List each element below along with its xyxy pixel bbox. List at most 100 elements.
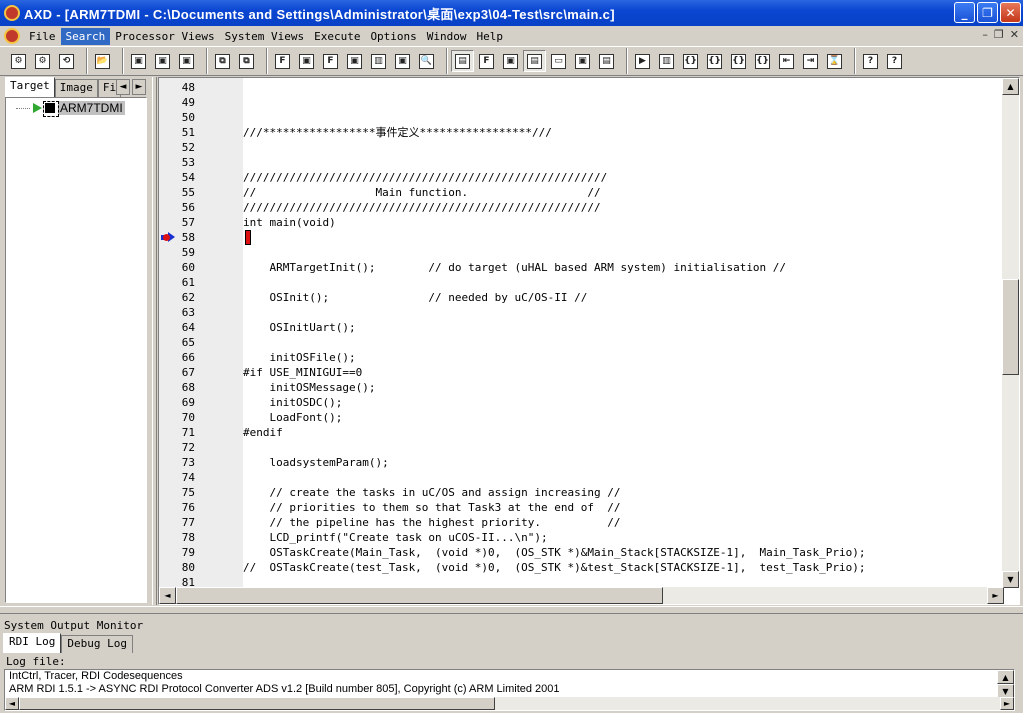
code-text[interactable]: LoadFont(); (243, 410, 342, 425)
menu-window[interactable]: Window (422, 28, 472, 45)
tab-scroll-left-button[interactable]: ◄ (116, 79, 130, 95)
log-output[interactable]: IntCtrl, Tracer, RDI Codesequences ARM R… (4, 669, 1015, 711)
code-text[interactable]: int main(void) (243, 215, 336, 230)
horizontal-splitter[interactable] (0, 606, 1023, 614)
code-line[interactable]: 69 initOSDC(); (159, 395, 1001, 410)
axd-app-icon[interactable] (4, 5, 20, 21)
log-horizontal-scroll-thumb[interactable] (19, 697, 495, 710)
log-scroll-up-button[interactable]: ▲ (997, 670, 1014, 684)
tree-item-arm7tdmi[interactable]: ARM7TDMI (16, 101, 125, 117)
editor-horizontal-scrollbar[interactable]: ◄ ► (159, 587, 1004, 604)
code-line[interactable]: 65 (159, 335, 1001, 350)
code-text[interactable]: OSInitUart(); (243, 320, 355, 335)
code-line[interactable]: 59 (159, 245, 1001, 260)
context-help-button[interactable]: ? (883, 50, 906, 72)
menu-file[interactable]: File (24, 28, 61, 45)
tab-scroll-right-button[interactable]: ► (132, 79, 146, 95)
reset-button[interactable]: ⟲ (55, 50, 78, 72)
menu-help[interactable]: Help (472, 28, 509, 45)
find-next-button[interactable]: ⧉ (235, 50, 258, 72)
code-line[interactable]: 73 loadsystemParam(); (159, 455, 1001, 470)
menu-search[interactable]: Search (60, 27, 111, 45)
code-line[interactable]: 53 (159, 155, 1001, 170)
mdi-minimize-button[interactable]: – (982, 28, 988, 41)
load-image-button[interactable]: ⚙ (7, 50, 30, 72)
cut-button[interactable]: ▣ (127, 50, 150, 72)
code-line[interactable]: 68 initOSMessage(); (159, 380, 1001, 395)
menu-system-views[interactable]: System Views (220, 28, 309, 45)
log-scroll-left-button[interactable]: ◄ (5, 697, 19, 710)
open-file-button[interactable]: 📂 (91, 50, 114, 72)
code-text[interactable]: // the pipeline has the highest priority… (243, 515, 620, 530)
function-view-button[interactable]: F (475, 50, 498, 72)
images-view-button[interactable]: ▤ (595, 50, 618, 72)
backtrace-view-button[interactable]: ▣ (343, 50, 366, 72)
watch-view-button[interactable]: ▣ (295, 50, 318, 72)
code-line[interactable]: 49 (159, 95, 1001, 110)
code-text[interactable]: ////////////////////////////////////////… (243, 170, 607, 185)
tab-rdi-log[interactable]: RDI Log (3, 633, 62, 653)
code-line[interactable]: 76 // priorities to them so that Task3 a… (159, 500, 1001, 515)
log-vertical-scrollbar[interactable]: ▲ ▼ (997, 670, 1014, 698)
menu-processor-views[interactable]: Processor Views (110, 28, 219, 45)
code-line[interactable]: 51 ///*****************事件定义**************… (159, 125, 1001, 140)
vertical-scroll-thumb[interactable] (1002, 279, 1019, 375)
show-execution-context-button[interactable]: ⇤ (775, 50, 798, 72)
code-line[interactable]: 57 int main(void) (159, 215, 1001, 230)
code-text[interactable]: initOSDC(); (243, 395, 342, 410)
low-level-symbols-button[interactable]: ▣ (391, 50, 414, 72)
code-text[interactable]: OSTaskCreate(Main_Task, (void *)0, (OS_S… (243, 545, 865, 560)
code-text[interactable]: LCD_printf("Create task on uCOS-II...\n"… (243, 530, 547, 545)
code-line[interactable]: 78 LCD_printf("Create task on uCOS-II...… (159, 530, 1001, 545)
code-line[interactable]: 72 (159, 440, 1001, 455)
scroll-down-button[interactable]: ▼ (1002, 571, 1019, 588)
output-view-button[interactable]: ▤ (523, 50, 546, 72)
code-line[interactable]: 79 OSTaskCreate(Main_Task, (void *)0, (O… (159, 545, 1001, 560)
code-line[interactable]: 63 (159, 305, 1001, 320)
stop-button[interactable]: ▥ (655, 50, 678, 72)
code-line[interactable]: 70 LoadFont(); (159, 410, 1001, 425)
toggle-breakpoint-button[interactable]: ⇥ (799, 50, 822, 72)
code-text[interactable]: initOSMessage(); (243, 380, 375, 395)
code-text[interactable]: #endif (243, 425, 283, 440)
step-out-button[interactable]: {} (727, 50, 750, 72)
vertical-splitter[interactable] (152, 77, 157, 605)
toggle-watchpoint-button[interactable]: ⌛ (823, 50, 846, 72)
code-line[interactable]: 71 #endif (159, 425, 1001, 440)
code-line[interactable]: 56 //////////////////////////////////////… (159, 200, 1001, 215)
code-text[interactable]: ARMTargetInit(); // do target (uHAL base… (243, 260, 786, 275)
code-text[interactable]: ////////////////////////////////////////… (243, 200, 601, 215)
tab-target[interactable]: Target (5, 77, 55, 97)
debugger-internals-button[interactable]: ▣ (571, 50, 594, 72)
code-line[interactable]: 50 (159, 110, 1001, 125)
scroll-up-button[interactable]: ▲ (1002, 78, 1019, 95)
code-line[interactable]: 58 (159, 230, 1001, 245)
menu-options[interactable]: Options (365, 28, 421, 45)
command-line-button[interactable]: ▭ (547, 50, 570, 72)
maximize-button[interactable]: ❐ (977, 2, 998, 23)
log-horizontal-scrollbar[interactable]: ◄ ► (5, 697, 1014, 710)
step-button[interactable]: {} (703, 50, 726, 72)
code-text[interactable]: initOSFile(); (243, 350, 355, 365)
code-text[interactable]: // OSTaskCreate(test_Task, (void *)0, (O… (243, 560, 866, 575)
code-line[interactable]: 61 (159, 275, 1001, 290)
code-line[interactable]: 67 #if USE_MINIGUI==0 (159, 365, 1001, 380)
run-to-cursor-button[interactable]: {} (751, 50, 774, 72)
code-line[interactable]: 48 (159, 80, 1001, 95)
menu-execute[interactable]: Execute (309, 28, 365, 45)
code-line[interactable]: 75 // create the tasks in uC/OS and assi… (159, 485, 1001, 500)
code-area[interactable]: 48 49 50 51 ///*****************事件定义********… (159, 80, 1001, 590)
help-button[interactable]: ? (859, 50, 882, 72)
code-line[interactable]: 77 // the pipeline has the highest prior… (159, 515, 1001, 530)
code-text[interactable]: OSInit(); // needed by uC/OS-II // (243, 290, 587, 305)
source-view-button[interactable]: ▤ (451, 50, 474, 72)
code-text[interactable]: // priorities to them so that Task3 at t… (243, 500, 620, 515)
code-line[interactable]: 74 (159, 470, 1001, 485)
document-icon[interactable] (4, 28, 20, 44)
log-scroll-down-button[interactable]: ▼ (997, 684, 1014, 698)
code-text[interactable]: // create the tasks in uC/OS and assign … (243, 485, 620, 500)
tab-debug-log[interactable]: Debug Log (61, 635, 133, 653)
variables-view-button[interactable]: F (319, 50, 342, 72)
mdi-close-button[interactable]: ✕ (1010, 28, 1019, 41)
breakpoint-icon[interactable] (163, 234, 170, 241)
